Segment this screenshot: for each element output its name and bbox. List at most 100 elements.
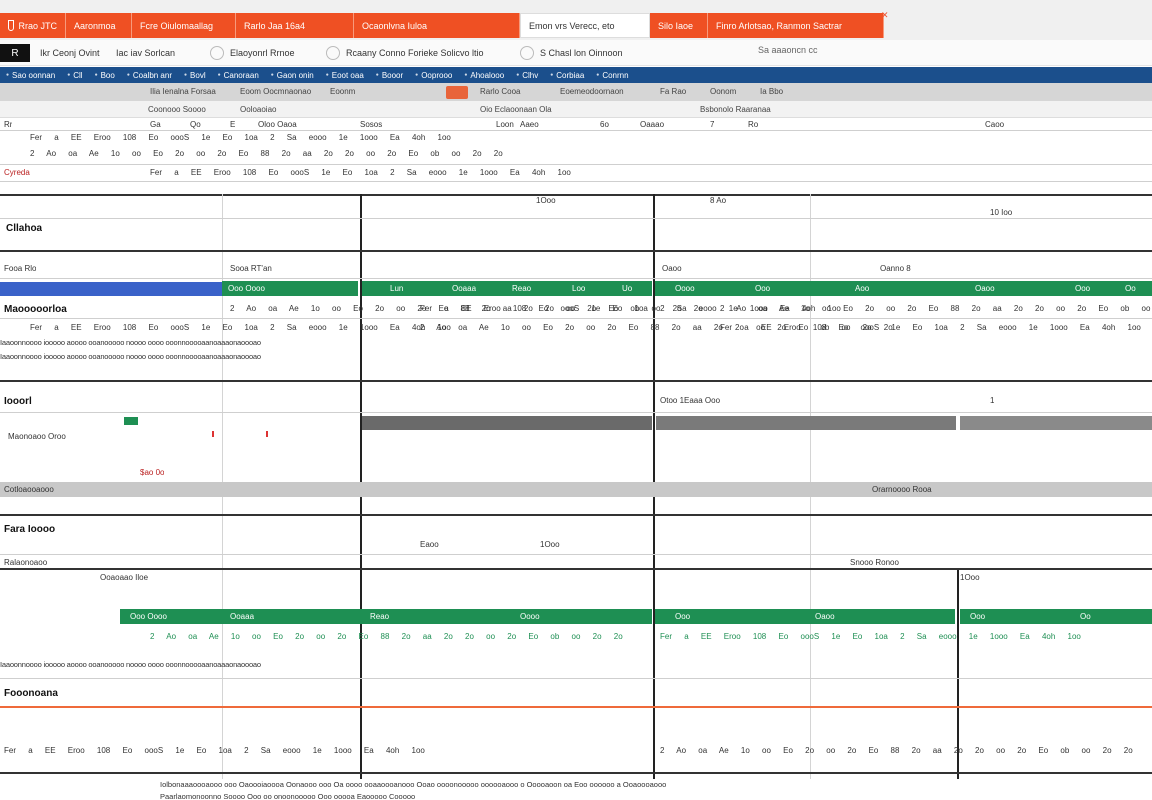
toolbar-item-5[interactable]: S Chasl lon Oinnoon [520, 45, 623, 61]
header-cell[interactable]: Ooo Oooo [130, 612, 167, 621]
ribbon-item[interactable]: Oonom [710, 87, 736, 96]
ribbon-item[interactable]: Eoonm [330, 87, 355, 96]
app-logo[interactable]: R [0, 44, 30, 62]
column-header[interactable]: Caoo [985, 120, 1004, 129]
ribbon-item[interactable]: Ilia Ienalna Forsaa [150, 87, 216, 96]
nav-item[interactable]: Clhv [516, 71, 538, 80]
nav-item[interactable]: Conrnn [596, 71, 628, 80]
column-header[interactable]: 7 [710, 120, 714, 129]
column-header[interactable]: Ga [150, 120, 161, 129]
nav-item[interactable]: Gaon onin [271, 71, 314, 80]
header-cell[interactable]: Lun [390, 284, 403, 293]
tab-8[interactable]: Finro Arlotsao, Ranmon Sactrar [708, 13, 884, 38]
section-title: Fooonoana [4, 688, 58, 699]
ribbon-item[interactable]: Rarlo Cooa [480, 87, 520, 96]
cell[interactable]: Snooo Ronoo [850, 558, 899, 567]
nav-item[interactable]: Corbiaa [550, 71, 584, 80]
cell[interactable]: Eaoo [420, 540, 439, 549]
column-header[interactable]: Qo [190, 120, 201, 129]
nav-item[interactable]: Eoot oaa [326, 71, 364, 80]
summary-band [0, 482, 1152, 497]
nav-item[interactable]: Coalbn anr [127, 71, 172, 80]
toolbar-item-2[interactable]: Iac iav Sorlcan [116, 45, 175, 61]
ribbon-red-button[interactable] [446, 86, 468, 99]
header-cell[interactable]: Uo [622, 284, 632, 293]
nav-item[interactable]: Boo [95, 71, 115, 80]
column-header[interactable]: E [230, 120, 235, 129]
header-cell[interactable]: Ooo [755, 284, 770, 293]
header-cell[interactable]: Ooaaa [230, 612, 254, 621]
ribbon-item[interactable]: Ia Bbo [760, 87, 783, 96]
tab-7[interactable]: Silo Iaoe [650, 13, 708, 38]
ribbon-item[interactable]: Eoemeodoornaon [560, 87, 624, 96]
header-cell[interactable]: Oo [1125, 284, 1136, 293]
cell[interactable]: 1Ooo [540, 540, 560, 549]
highlight-row [656, 416, 956, 430]
nav-item[interactable]: Cll [67, 71, 82, 80]
header-cell[interactable]: Aoo [855, 284, 869, 293]
toolbar-item-4[interactable]: Rcaany Conno Forieke Solicvo ltio [326, 45, 484, 61]
tab-4[interactable]: Rarlo Jaa 16a4 [236, 13, 354, 38]
tab-6-active[interactable]: Emon vrs Verecc, eto [520, 13, 650, 38]
column-header[interactable]: 6o [600, 120, 609, 129]
ribbon-item[interactable]: Bsbonolo Raaranaa [700, 105, 771, 114]
header-cell[interactable]: Oo [1080, 612, 1091, 621]
cell[interactable]: 1Ooo [960, 573, 980, 582]
header-cell[interactable]: Ooo [1075, 284, 1090, 293]
nav-item[interactable]: Booor [376, 71, 403, 80]
cell[interactable]: 1 [990, 396, 994, 405]
toolbar-item-3[interactable]: Elaoyonrl Rrnoe [210, 45, 295, 61]
ribbon-item[interactable]: Coonooo Soooo [148, 105, 206, 114]
header-cell[interactable]: Ooo Oooo [228, 284, 265, 293]
ribbon-item[interactable]: Ooloaoiao [240, 105, 276, 114]
header-cell[interactable]: Oaoo [975, 284, 995, 293]
ribbon: Ilia Ienalna Forsaa Eoom Oocmnaonao Eoon… [0, 83, 1152, 101]
tab-5[interactable]: Ocaonlvna Iuloa [354, 13, 520, 38]
cell[interactable]: Oaoo [662, 264, 682, 273]
tab-2[interactable]: Aaronmoa [66, 13, 132, 38]
cell[interactable]: Otoo 1Eaaa Ooo [660, 396, 720, 405]
ribbon-item[interactable]: Eoom Oocmnaonao [240, 87, 311, 96]
nav-item[interactable]: Canoraan [218, 71, 259, 80]
cell[interactable]: 10 Ioo [990, 208, 1012, 217]
column-header[interactable]: Ro [748, 120, 758, 129]
tab-1[interactable]: Rrao JTC [0, 13, 66, 38]
ribbon-item[interactable]: Oio Eclaoonaan Ola [480, 105, 552, 114]
ribbon-item[interactable]: Fa Rao [660, 87, 686, 96]
header-cell[interactable]: Ooo [675, 612, 690, 621]
column-header[interactable]: Loon [496, 120, 514, 129]
column-header[interactable]: Sosos [360, 120, 382, 129]
toolbar: R Ikr Ceonj Ovint Iac iav Sorlcan Elaoyo… [0, 40, 1152, 66]
red-marker [266, 431, 268, 437]
header-cell[interactable]: Reao [512, 284, 531, 293]
cell[interactable]: Sooa RT'an [230, 264, 272, 273]
column-header[interactable]: Oaaao [640, 120, 664, 129]
header-cell[interactable]: Ooo [970, 612, 985, 621]
nav-item[interactable]: Ahoalooo [464, 71, 504, 80]
tab-3[interactable]: Fcre Oiulomaallag [132, 13, 236, 38]
toolbar-item-1[interactable]: Ikr Ceonj Ovint [40, 45, 100, 61]
nav-item[interactable]: Sao oonnan [6, 71, 55, 80]
cell[interactable]: 1Ooo [536, 196, 556, 205]
toolbar-item-label: Elaoyonrl Rrnoe [230, 48, 295, 58]
column-header[interactable]: Aaeo [520, 120, 539, 129]
header-cell[interactable]: Oooo [675, 284, 695, 293]
column-header[interactable]: Oloo Oaoa [258, 120, 297, 129]
header-cell[interactable]: Reao [370, 612, 389, 621]
cell[interactable]: 8 Ao [710, 196, 726, 205]
header-cell[interactable]: Oaoo [815, 612, 835, 621]
header-cell[interactable]: Loo [572, 284, 585, 293]
data-row: 2 Ao oa Ae 1o oo Eo 2o oo 2o Eo 88 2o aa… [30, 149, 503, 158]
header-cell[interactable]: Ooaaa [452, 284, 476, 293]
nav-bar: Sao oonnan Cll Boo Coalbn anr Bovl Canor… [0, 67, 1152, 83]
header-cell[interactable]: Oooo [520, 612, 540, 621]
nav-item[interactable]: Bovl [184, 71, 206, 80]
selected-range-bar[interactable] [0, 282, 222, 296]
column-header[interactable]: Rr [4, 120, 12, 129]
toolbar-right-text: Sa aaaoncn cc [758, 45, 818, 55]
nav-item[interactable]: Ooprooo [415, 71, 452, 80]
close-tab-icon[interactable]: ✕ [881, 10, 889, 21]
cell[interactable]: Oanno 8 [880, 264, 911, 273]
cell[interactable]: Orarnoooo Rooa [872, 485, 932, 494]
cell[interactable]: $ao 0o [140, 468, 164, 477]
